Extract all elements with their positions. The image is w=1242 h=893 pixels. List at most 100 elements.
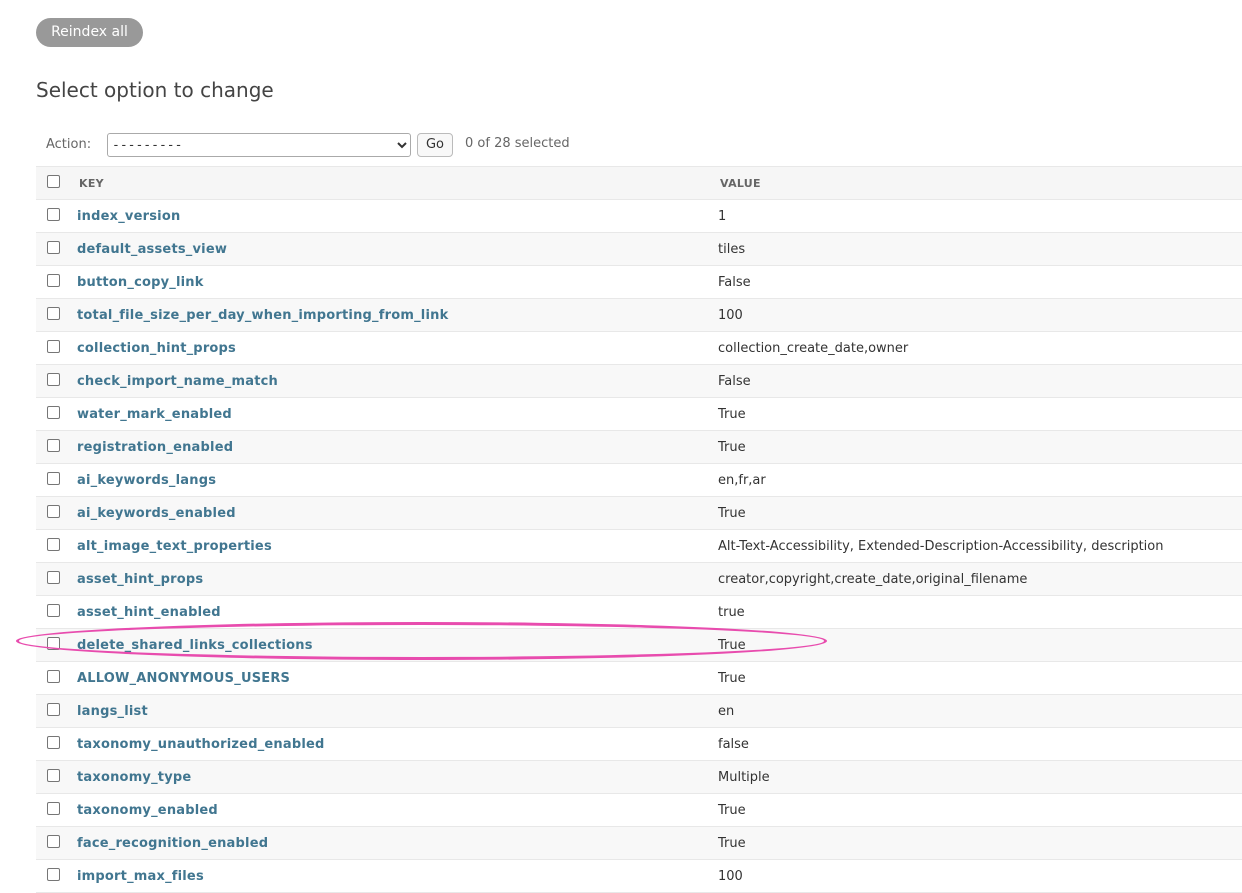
action-label: Action: (46, 137, 92, 152)
row-checkbox[interactable] (47, 240, 60, 254)
row-checkbox[interactable] (47, 306, 60, 320)
key-column-header[interactable]: KEY (77, 166, 717, 200)
option-key-link[interactable]: default_assets_view (77, 242, 227, 257)
option-value: 1 (718, 208, 727, 224)
row-checkbox-cell (36, 694, 77, 728)
value-cell: True (717, 661, 1242, 695)
option-value: Multiple (718, 769, 770, 785)
row-checkbox-cell (36, 727, 77, 761)
option-key-link[interactable]: face_recognition_enabled (77, 836, 268, 851)
row-checkbox[interactable] (47, 504, 60, 518)
option-key-link[interactable]: collection_hint_props (77, 341, 236, 356)
select-all-checkbox[interactable] (47, 174, 60, 188)
row-checkbox[interactable] (47, 636, 60, 650)
row-checkbox-cell (36, 199, 77, 233)
option-value: true (718, 604, 745, 620)
table-row: ALLOW_ANONYMOUS_USERS True (36, 661, 1242, 695)
key-cell: registration_enabled (77, 430, 717, 464)
table-row: alt_image_text_properties Alt-Text-Access… (36, 529, 1242, 563)
option-value: True (718, 670, 746, 686)
option-key-link[interactable]: taxonomy_unauthorized_enabled (77, 737, 325, 752)
key-cell: taxonomy_type (77, 760, 717, 794)
row-checkbox-cell (36, 430, 77, 464)
reindex-all-button[interactable]: Reindex all (36, 18, 143, 47)
option-key-link[interactable]: asset_hint_enabled (77, 605, 221, 620)
row-checkbox[interactable] (47, 603, 60, 617)
row-checkbox-cell (36, 397, 77, 431)
row-checkbox[interactable] (47, 207, 60, 221)
row-checkbox-cell (36, 496, 77, 530)
table-row: ai_keywords_enabled True (36, 496, 1242, 530)
table-row: button_copy_link False (36, 265, 1242, 299)
option-key-link[interactable]: ai_keywords_langs (77, 473, 216, 488)
row-checkbox[interactable] (47, 669, 60, 683)
table-row: water_mark_enabled True (36, 397, 1242, 431)
row-checkbox-cell (36, 595, 77, 629)
row-checkbox[interactable] (47, 471, 60, 485)
go-button[interactable]: Go (417, 133, 453, 157)
row-checkbox[interactable] (47, 438, 60, 452)
row-checkbox[interactable] (47, 702, 60, 716)
table-row: total_file_size_per_day_when_importing_f… (36, 298, 1242, 332)
row-checkbox[interactable] (47, 801, 60, 815)
option-value: True (718, 835, 746, 851)
option-key-link[interactable]: total_file_size_per_day_when_importing_f… (77, 308, 448, 323)
row-checkbox[interactable] (47, 405, 60, 419)
option-key-link[interactable]: import_max_files (77, 869, 204, 884)
row-checkbox[interactable] (47, 339, 60, 353)
value-cell: Multiple (717, 760, 1242, 794)
value-cell: en (717, 694, 1242, 728)
option-key-link[interactable]: taxonomy_enabled (77, 803, 218, 818)
row-checkbox-cell (36, 793, 77, 827)
value-cell: True (717, 826, 1242, 860)
option-key-link[interactable]: ai_keywords_enabled (77, 506, 236, 521)
option-value: True (718, 505, 746, 521)
option-key-link[interactable]: index_version (77, 209, 180, 224)
option-value: Alt-Text-Accessibility, Extended-Descrip… (718, 538, 1164, 554)
row-checkbox[interactable] (47, 735, 60, 749)
value-cell: false (717, 727, 1242, 761)
row-checkbox[interactable] (47, 570, 60, 584)
option-key-link[interactable]: taxonomy_type (77, 770, 191, 785)
option-value: en,fr,ar (718, 472, 766, 488)
row-checkbox[interactable] (47, 867, 60, 881)
table-row: collection_hint_props collection_create_d… (36, 331, 1242, 365)
row-checkbox[interactable] (47, 273, 60, 287)
row-checkbox-cell (36, 661, 77, 695)
option-key-link[interactable]: ALLOW_ANONYMOUS_USERS (77, 671, 290, 686)
option-value: True (718, 406, 746, 422)
page-title: Select option to change (36, 78, 274, 102)
option-value: False (718, 274, 751, 290)
action-select[interactable]: --------- (107, 133, 411, 157)
row-checkbox-cell (36, 628, 77, 662)
row-checkbox-cell (36, 760, 77, 794)
row-checkbox-cell (36, 859, 77, 893)
key-cell: ALLOW_ANONYMOUS_USERS (77, 661, 717, 695)
option-value: False (718, 373, 751, 389)
option-key-link[interactable]: langs_list (77, 704, 148, 719)
row-checkbox[interactable] (47, 372, 60, 386)
selected-count: 0 of 28 selected (465, 136, 570, 151)
row-checkbox[interactable] (47, 768, 60, 782)
row-checkbox[interactable] (47, 537, 60, 551)
option-key-link[interactable]: registration_enabled (77, 440, 233, 455)
table-row: taxonomy_enabled True (36, 793, 1242, 827)
value-column-header[interactable]: VALUE (717, 166, 1242, 200)
key-cell: collection_hint_props (77, 331, 717, 365)
option-key-link[interactable]: asset_hint_props (77, 572, 203, 587)
option-value: True (718, 439, 746, 455)
value-cell: False (717, 364, 1242, 398)
key-cell: water_mark_enabled (77, 397, 717, 431)
table-row: default_assets_view tiles (36, 232, 1242, 266)
row-checkbox[interactable] (47, 834, 60, 848)
table-row: taxonomy_type Multiple (36, 760, 1242, 794)
option-key-link[interactable]: delete_shared_links_collections (77, 638, 313, 653)
option-value: 100 (718, 868, 743, 884)
table-row: index_version 1 (36, 199, 1242, 233)
option-key-link[interactable]: water_mark_enabled (77, 407, 232, 422)
option-key-link[interactable]: alt_image_text_properties (77, 539, 272, 554)
value-header-label: VALUE (720, 176, 761, 190)
option-key-link[interactable]: button_copy_link (77, 275, 204, 290)
key-cell: ai_keywords_langs (77, 463, 717, 497)
option-key-link[interactable]: check_import_name_match (77, 374, 278, 389)
